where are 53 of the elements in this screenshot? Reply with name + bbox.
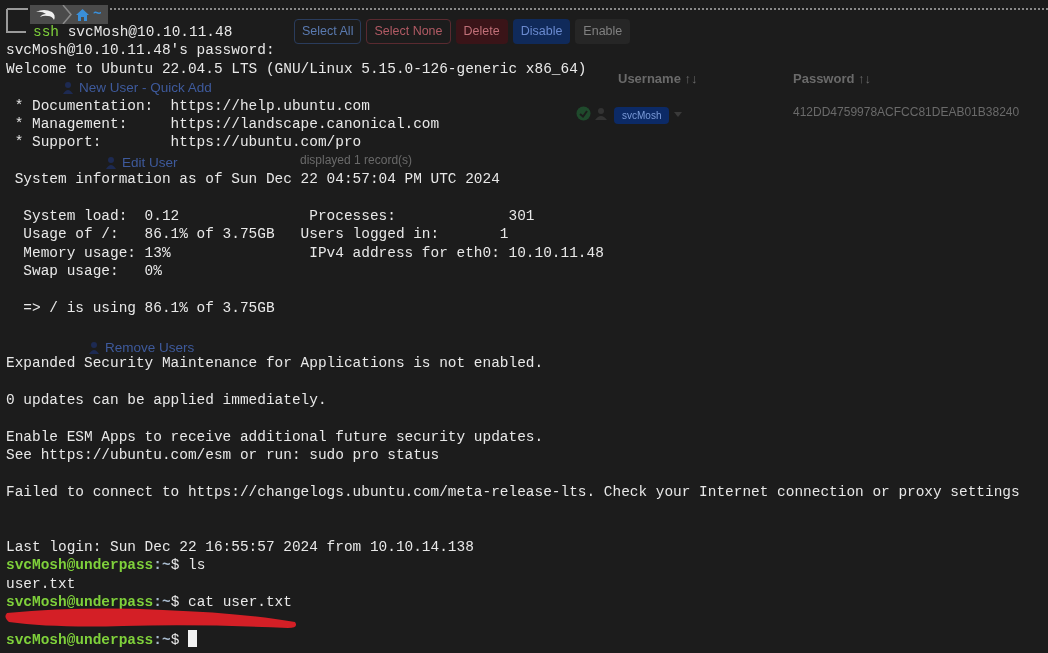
output-line: System load: 0.12 Processes: 301	[22, 206, 535, 226]
prompt-user-host: svcMosh@underpass	[6, 557, 154, 574]
background-button[interactable]: Select None	[366, 19, 451, 44]
output-line: Enable ESM Apps to receive additional future security updates.	[6, 427, 544, 446]
sidebar-item[interactable]: New User - Quick Add	[79, 80, 212, 95]
output-line: * Documentation: https://help.ubuntu.com	[13, 96, 370, 115]
person-icon	[105, 156, 118, 169]
column-header[interactable]: Password ↑↓	[793, 69, 872, 89]
output-line: Last login: Sun Dec 22 16:55:57 2024 from 10.10.14.138	[6, 537, 474, 557]
prompt-symbol: $	[170, 557, 180, 574]
person-icon	[62, 81, 75, 94]
caret-icon	[674, 112, 682, 117]
person-icon	[88, 341, 101, 354]
chevron-icon	[62, 5, 72, 24]
output-line: System information as of Sun Dec 22 04:57:04 PM UTC 2024	[13, 170, 500, 189]
command-text: svcMosh@10.10.11.48	[67, 23, 233, 42]
output-line: 0 updates can be applied immediately.	[6, 390, 327, 410]
command-text: ssh	[33, 23, 59, 42]
username-badge[interactable]: svcMosh	[614, 107, 670, 124]
record-count: displayed 1 record(s)	[300, 153, 413, 167]
output-line: * Management: https://landscape.canonical.com	[13, 114, 440, 134]
output-line: Failed to connect to https://changelogs.ubuntu.com/meta-release-lts. Check your Internet connection or proxy settings	[6, 482, 1020, 502]
output-line: Expanded Security Maintenance for Applications is not enabled.	[6, 354, 544, 373]
background-button[interactable]: Delete	[455, 19, 508, 44]
background-button[interactable]: Enable	[575, 19, 631, 44]
sidebar-item[interactable]: Edit User	[122, 155, 178, 170]
prompt-user-host: svcMosh@underpass	[6, 631, 154, 648]
prompt-path: :~	[153, 557, 171, 574]
prompt-path: :~	[153, 631, 171, 648]
prompt-path: :~	[153, 594, 171, 611]
output-line: Usage of /: 86.1% of 3.75GB Users logged in: 1	[22, 225, 509, 244]
path-text: ~	[93, 5, 102, 24]
output-line: svcMosh@10.10.11.48's password:	[6, 41, 275, 60]
home-icon	[76, 8, 89, 21]
person-icon	[595, 107, 607, 120]
column-header[interactable]: Username ↑↓	[618, 69, 698, 89]
table-cell: 412DD4759978ACFCC81DEAB01B38240	[793, 105, 1020, 119]
background-button[interactable]: Disable	[512, 19, 571, 44]
output-line: * Support: https://ubuntu.com/pro	[13, 133, 362, 152]
dragon-icon	[34, 7, 58, 22]
output-line: See https://ubuntu.com/esm or run: sudo pro status	[6, 446, 440, 465]
prompt-user-host: svcMosh@underpass	[6, 594, 154, 611]
output-line: Welcome to Ubuntu 22.04.5 LTS (GNU/Linux 5.15.0-126-generic x86_64)	[6, 59, 587, 79]
command-text: ls	[188, 557, 206, 574]
sidebar-item[interactable]: Remove Users	[105, 340, 195, 355]
output-line: Swap usage: 0%	[22, 262, 162, 281]
background-button[interactable]: Select All	[294, 19, 362, 44]
command-text: cat user.txt	[188, 594, 292, 611]
prompt-symbol: $	[170, 631, 180, 648]
output-line: user.txt	[6, 574, 76, 594]
output-line: Memory usage: 13% IPv4 address for eth0: 10.10.11.48	[22, 243, 604, 263]
output-line: => / is using 86.1% of 3.75GB	[22, 298, 275, 318]
prompt-symbol: $	[170, 594, 180, 611]
